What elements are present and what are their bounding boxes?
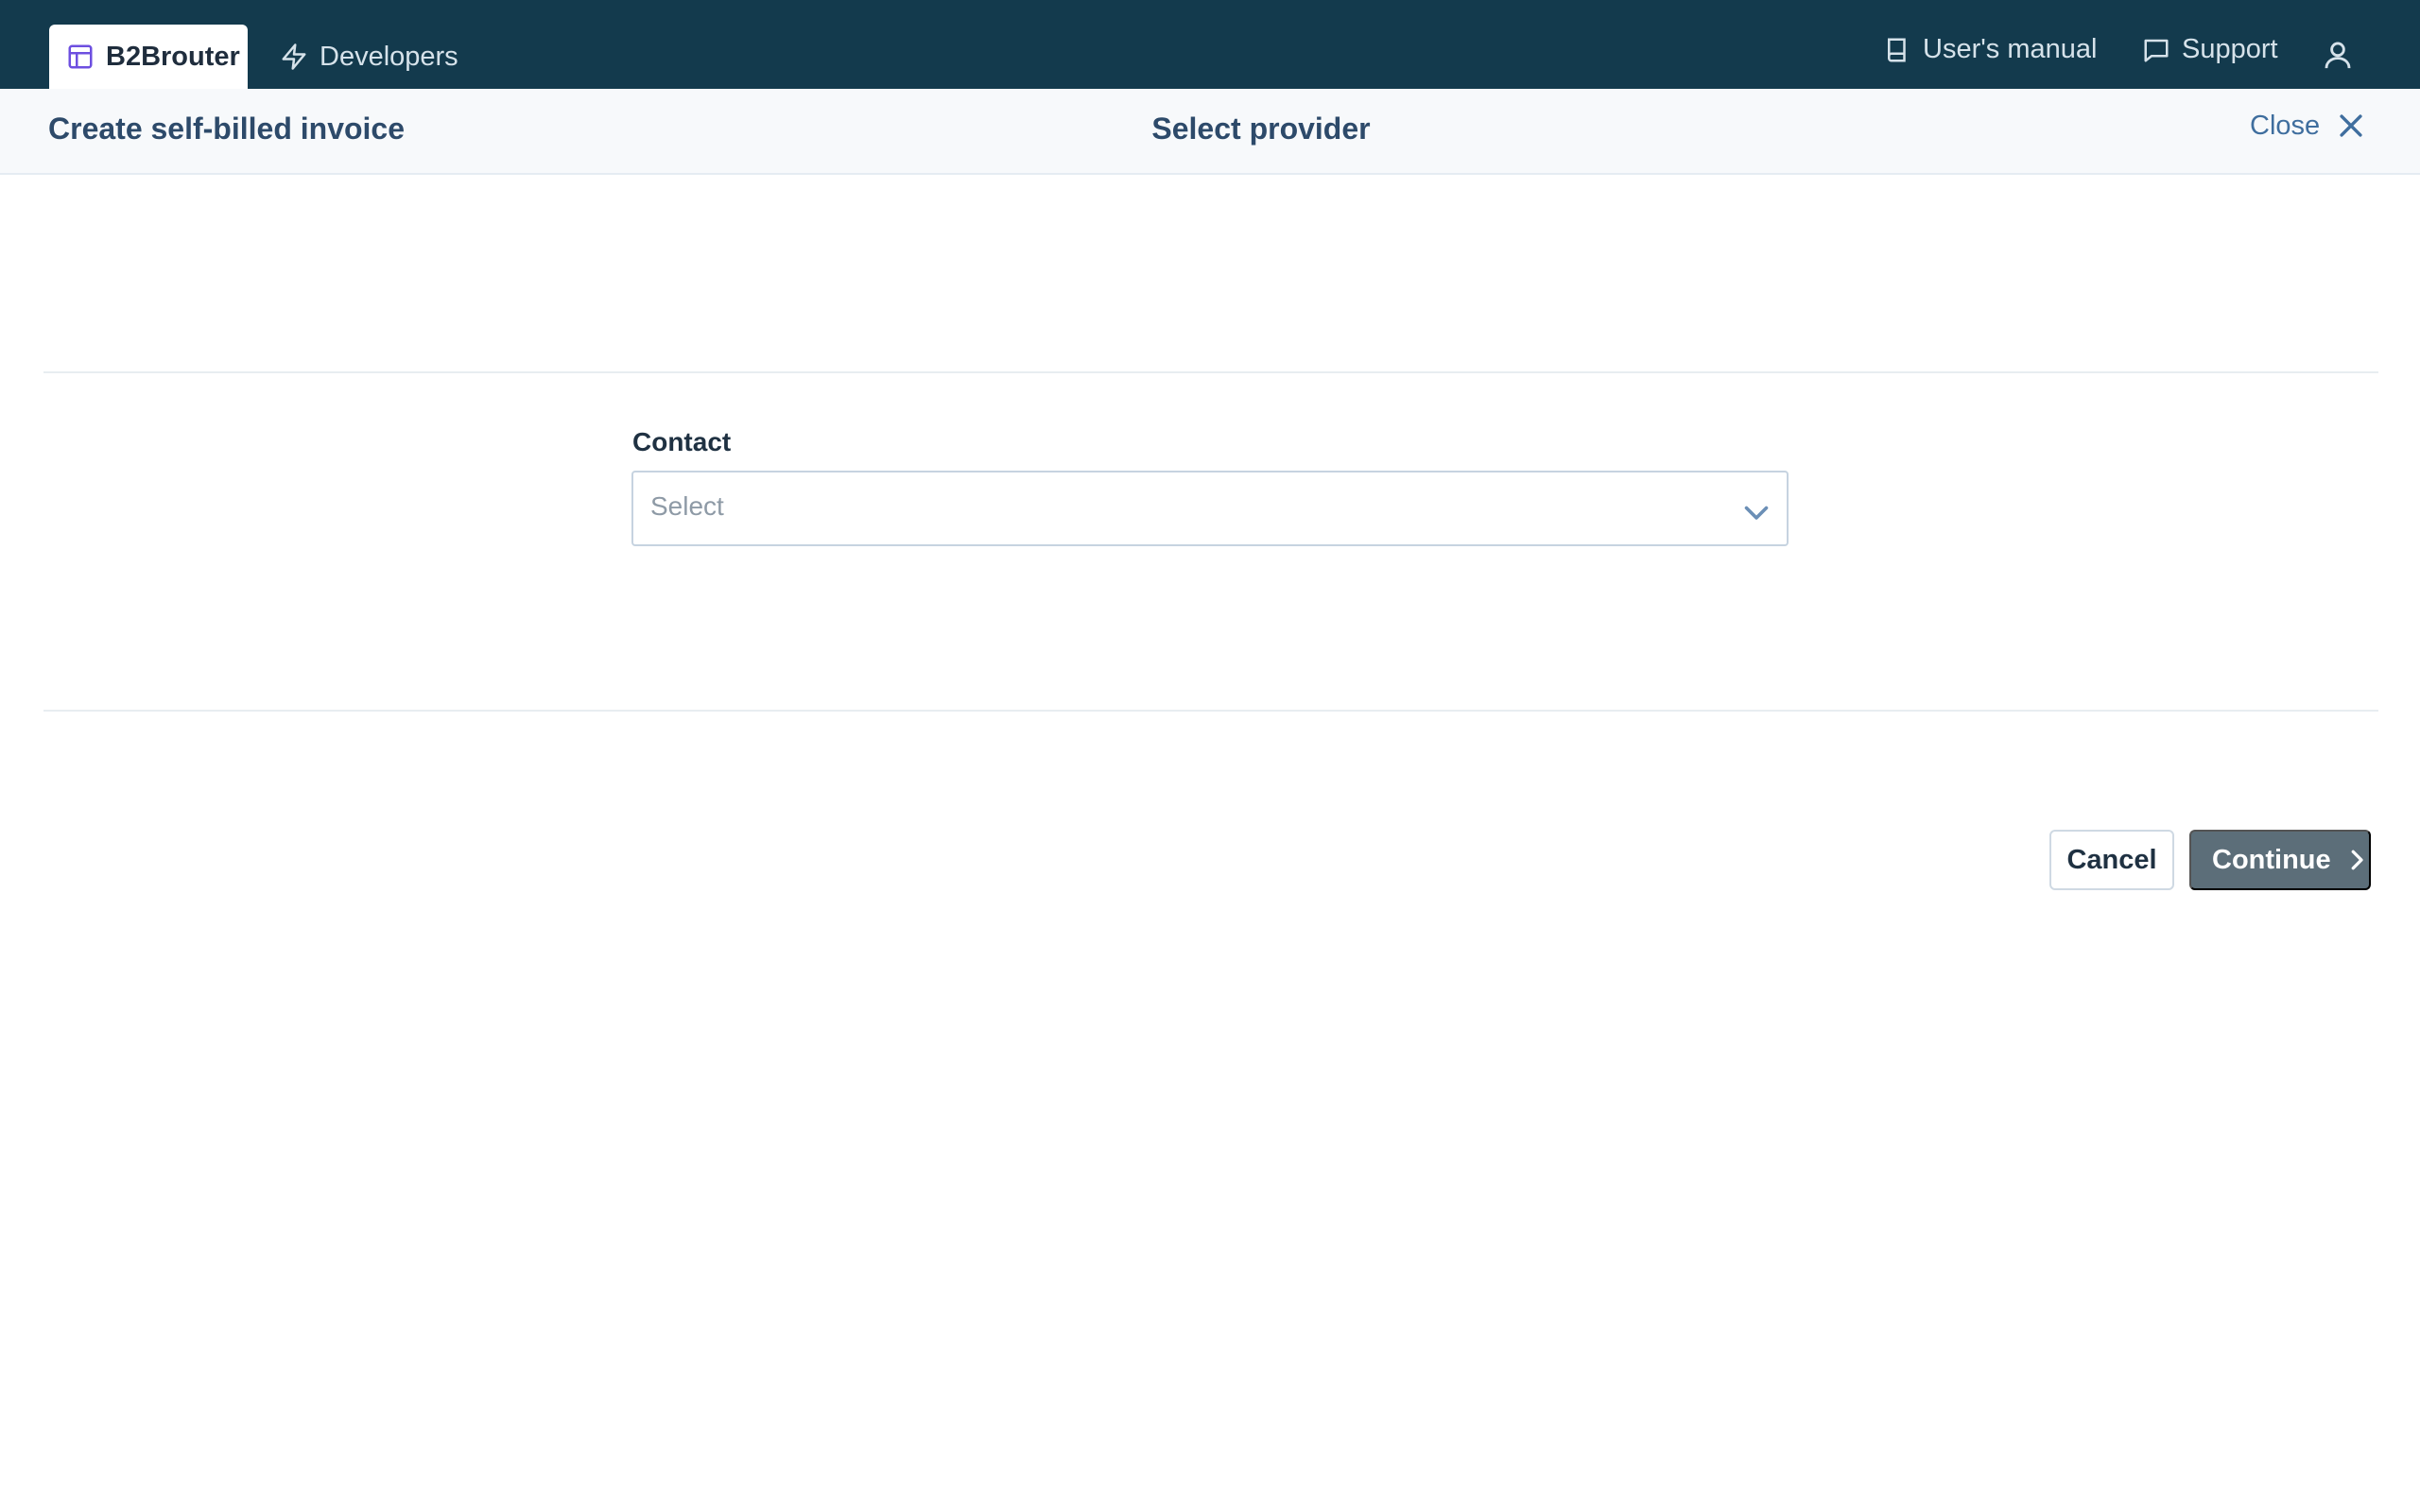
section-divider-top bbox=[43, 371, 2378, 373]
page-header: Create self-billed invoice Select provid… bbox=[0, 89, 2420, 175]
contact-select-placeholder: Select bbox=[650, 491, 724, 521]
close-button[interactable]: Close bbox=[2250, 110, 2367, 142]
continue-label: Continue bbox=[2212, 844, 2331, 875]
user-icon bbox=[2325, 42, 2351, 69]
section-divider-bottom bbox=[43, 710, 2378, 712]
tab-developers-label: Developers bbox=[320, 41, 458, 72]
users-manual-label: User's manual bbox=[1923, 34, 2098, 64]
chat-icon bbox=[2142, 36, 2170, 64]
tab-developers[interactable]: Developers bbox=[280, 25, 458, 89]
chevron-right-icon bbox=[2342, 846, 2371, 874]
top-navigation-bar: B2Brouter Developers User's manual Suppo… bbox=[0, 0, 2420, 89]
chevron-down-icon bbox=[1744, 506, 1769, 520]
users-manual-link[interactable]: User's manual bbox=[1883, 34, 2097, 65]
tab-b2brouter-label: B2Brouter bbox=[106, 41, 240, 72]
cancel-button[interactable]: Cancel bbox=[2049, 830, 2174, 890]
close-icon bbox=[2335, 110, 2367, 142]
book-icon bbox=[1883, 36, 1911, 64]
user-menu-button[interactable] bbox=[2322, 38, 2354, 72]
tab-b2brouter[interactable]: B2Brouter bbox=[49, 25, 248, 89]
contact-field-label: Contact bbox=[632, 427, 732, 456]
continue-button[interactable]: Continue bbox=[2189, 830, 2371, 890]
support-link[interactable]: Support bbox=[2142, 34, 2278, 65]
bolt-icon bbox=[280, 43, 308, 71]
close-label: Close bbox=[2250, 110, 2321, 141]
contact-select[interactable]: Select bbox=[631, 471, 1789, 546]
step-title: Select provider bbox=[1151, 112, 1371, 146]
support-label: Support bbox=[2182, 34, 2278, 64]
layout-icon bbox=[66, 43, 95, 71]
